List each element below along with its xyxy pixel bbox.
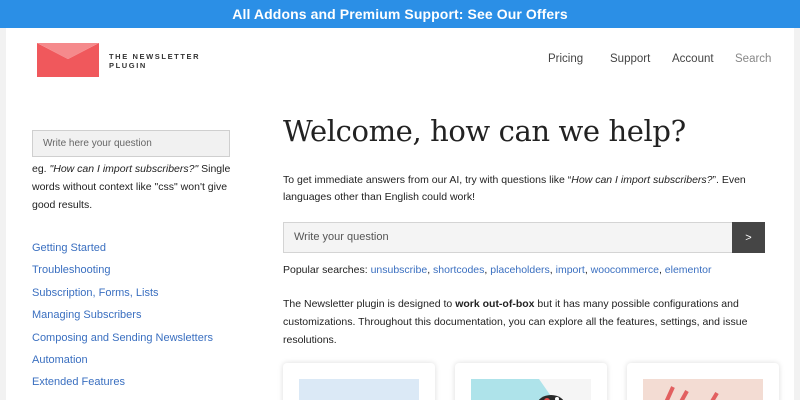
topic-card-image	[471, 379, 591, 400]
sidebar-item-subscription[interactable]: Subscription, Forms, Lists	[32, 287, 159, 299]
brand-line-1: THE NEWSLETTER	[109, 52, 201, 61]
popular-link-unsubscribe[interactable]: unsubscribe	[371, 264, 428, 276]
desc-bold: work out-of-box	[455, 298, 535, 310]
search-submit-button[interactable]: >	[732, 222, 765, 253]
promo-banner-text[interactable]: All Addons and Premium Support: See Our …	[232, 6, 567, 22]
intro-text: To get immediate answers from our AI, tr…	[283, 172, 753, 206]
hint-example: "How can I import subscribers?"	[49, 163, 199, 175]
popular-link-woocommerce[interactable]: woocommerce	[591, 264, 659, 276]
topic-card-image	[299, 379, 419, 400]
brand-name[interactable]: THE NEWSLETTER PLUGIN	[109, 52, 200, 70]
topic-card[interactable]	[627, 363, 779, 400]
popular-link-import[interactable]: import	[556, 264, 585, 276]
topic-card[interactable]	[283, 363, 435, 400]
nav-support[interactable]: Support	[610, 53, 650, 65]
sidebar-item-automation[interactable]: Automation	[32, 354, 88, 366]
popular-link-elementor[interactable]: elementor	[665, 264, 712, 276]
hint-prefix: eg.	[32, 163, 50, 175]
popular-label: Popular searches:	[283, 264, 371, 276]
page-container: THE NEWSLETTER PLUGIN Pricing Support Ac…	[6, 28, 794, 400]
sidebar-search-hint: eg. "How can I import subscribers?" Sing…	[32, 160, 244, 214]
topic-card[interactable]	[455, 363, 607, 400]
nav-search[interactable]: Search	[735, 53, 771, 65]
sidebar-item-managing-subscribers[interactable]: Managing Subscribers	[32, 309, 141, 321]
sidebar-item-troubleshooting[interactable]: Troubleshooting	[32, 264, 110, 276]
topic-card-image	[643, 379, 763, 400]
sidebar-item-composing[interactable]: Composing and Sending Newsletters	[32, 332, 213, 344]
brand-line-2: PLUGIN	[109, 61, 147, 70]
desc-prefix: The Newsletter plugin is designed to	[283, 298, 456, 310]
intro-prefix: To get immediate answers from our AI, tr…	[283, 174, 572, 186]
promo-banner[interactable]: All Addons and Premium Support: See Our …	[0, 0, 800, 28]
popular-link-placeholders[interactable]: placeholders	[490, 264, 550, 276]
sidebar-item-extended-features[interactable]: Extended Features	[32, 376, 125, 388]
newsletter-logo-icon[interactable]	[37, 43, 99, 77]
description-text: The Newsletter plugin is designed to wor…	[283, 295, 763, 349]
page-title: Welcome, how can we help?	[283, 114, 686, 148]
intro-example: How can I import subscribers?	[571, 174, 713, 186]
popular-link-shortcodes[interactable]: shortcodes	[433, 264, 484, 276]
sidebar-item-getting-started[interactable]: Getting Started	[32, 242, 106, 254]
main-search-input[interactable]: Write your question	[283, 222, 732, 253]
popular-searches: Popular searches: unsubscribe, shortcode…	[283, 264, 712, 276]
nav-account[interactable]: Account	[672, 53, 714, 65]
nav-pricing[interactable]: Pricing	[548, 53, 583, 65]
sidebar-search-input[interactable]: Write here your question	[32, 130, 230, 157]
